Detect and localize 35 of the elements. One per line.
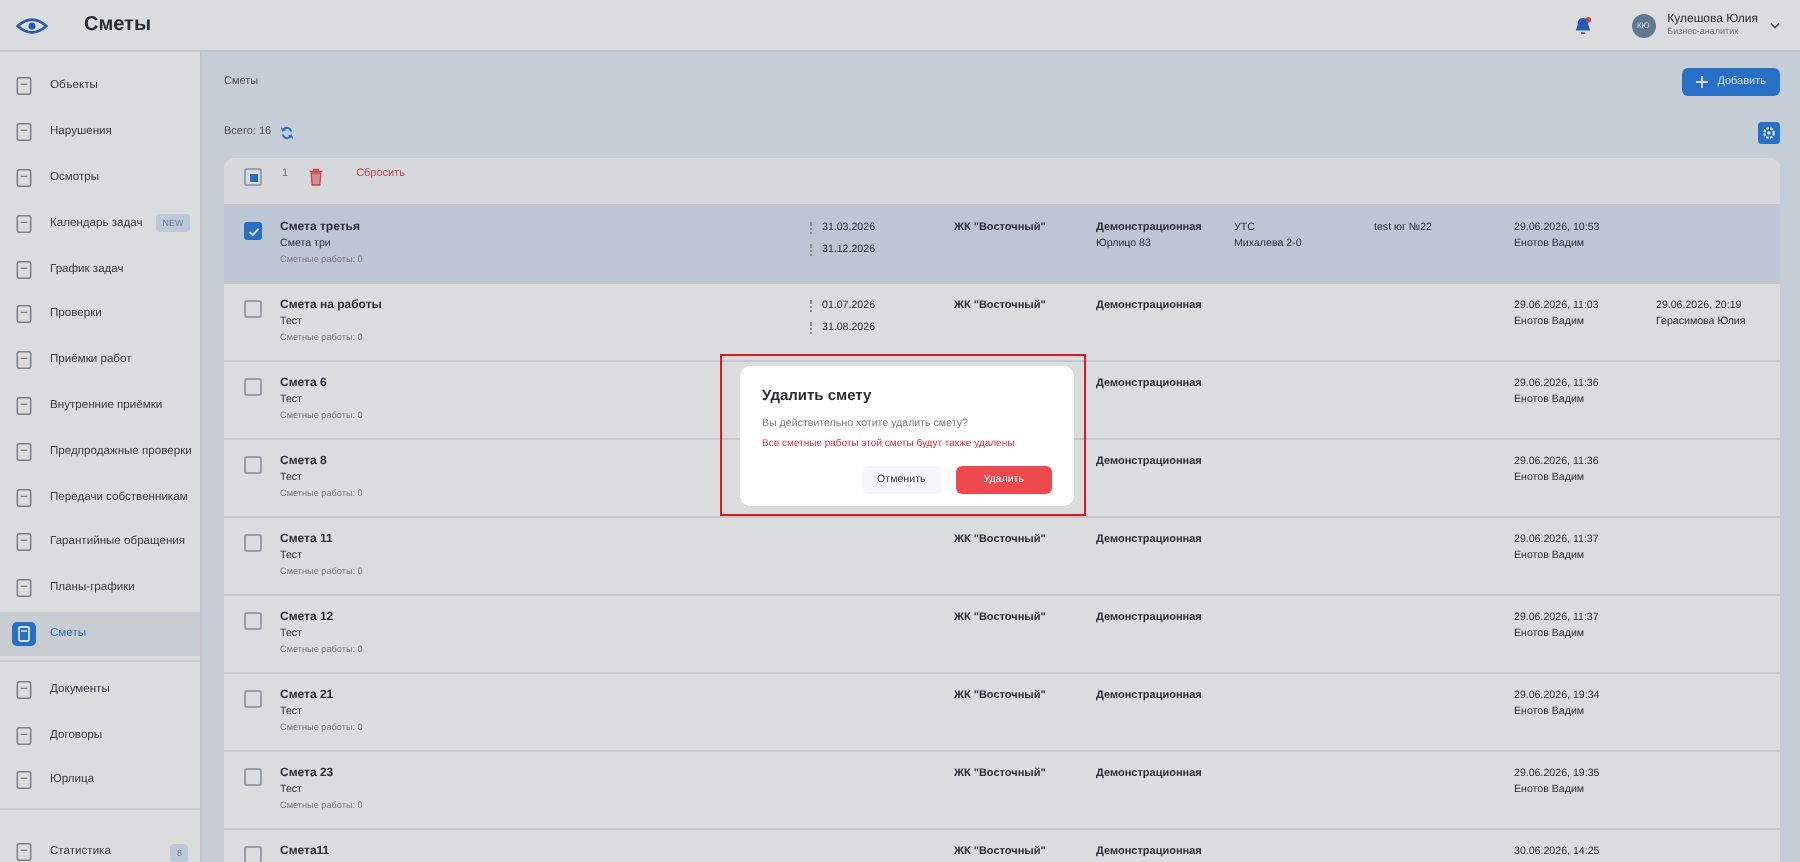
document-icon [12, 213, 36, 234]
page-title: Сметы [84, 14, 151, 36]
document-icon [12, 395, 36, 416]
row-checkbox[interactable] [244, 768, 262, 786]
document-icon [12, 532, 36, 553]
row-checkbox[interactable] [244, 846, 262, 862]
document-icon [12, 304, 36, 325]
bell-icon[interactable] [1573, 15, 1592, 35]
document-icon [12, 725, 36, 746]
document-icon [12, 441, 36, 462]
document-icon [12, 487, 36, 508]
row-checkbox[interactable] [244, 534, 262, 552]
plus-icon [1695, 76, 1708, 88]
document-icon [12, 122, 36, 143]
document-icon [12, 679, 36, 700]
document-icon [12, 350, 36, 371]
document-icon [12, 76, 36, 97]
row-checkbox[interactable] [244, 690, 262, 708]
row-checkbox[interactable] [244, 300, 262, 318]
row-checkbox[interactable] [244, 456, 262, 474]
select-all-checkbox[interactable] [244, 168, 262, 186]
row-checkbox[interactable] [244, 612, 262, 630]
chevron-down-icon[interactable] [1770, 21, 1780, 29]
trash-icon[interactable] [308, 168, 325, 186]
document-icon [12, 259, 36, 280]
document-icon [12, 770, 36, 791]
document-icon [12, 167, 36, 188]
row-checkbox[interactable] [244, 378, 262, 396]
document-icon [12, 578, 36, 599]
settings-icon[interactable] [1758, 121, 1780, 143]
row-checkbox[interactable] [244, 222, 262, 240]
document-icon [12, 842, 36, 862]
calculator-icon [12, 621, 36, 646]
refresh-icon[interactable] [279, 125, 294, 139]
eye-logo-icon [16, 17, 48, 33]
